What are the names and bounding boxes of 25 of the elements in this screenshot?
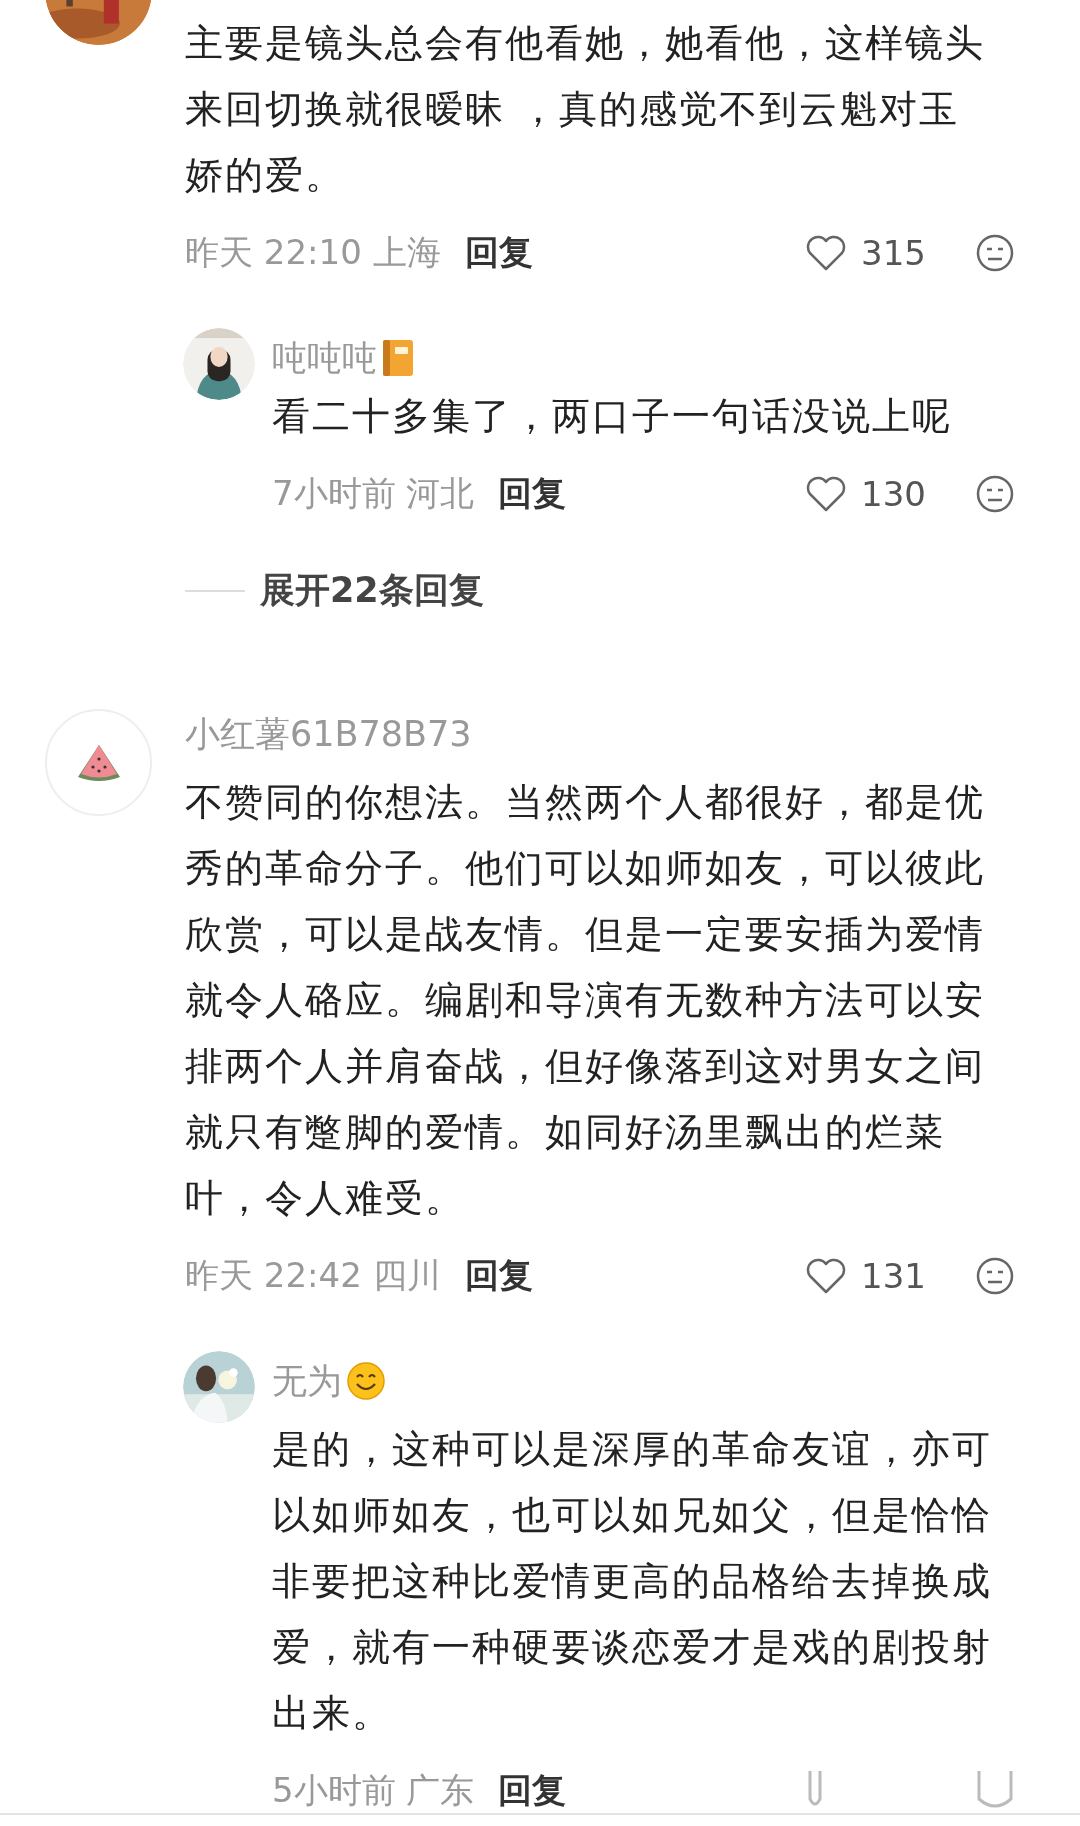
avatar[interactable] [45,709,152,816]
comment-meta: 5小时前 广东 [272,1769,475,1812]
reply-text: 是的，这种可以是深厚的革命友谊，亦可以如师如友，也可以如兄如父，但是恰恰非要把这种比爱情更高的品格给去掉换成爱，就有一种硬要谈恋爱才是戏的剧投射出来。 [272,1426,993,1737]
comment-text: 主要是镜头总会有他看她，她看他，这样镜头来回切换就很暧昧 ，真的感觉不到云魁对玉娇的爱。 [185,20,986,199]
reply-text: 看二十多集了，两口子一句话没说上呢 [272,393,953,440]
comment-meta: 昨天 22:42 四川 [185,1254,441,1297]
smiley-icon [346,1361,386,1401]
reply-button[interactable]: 回复 [464,1253,533,1299]
comment-meta: 7小时前 河北 [272,472,475,515]
like-count: 130 [861,474,926,514]
comment-meta: 昨天 22:10 上海 [185,231,441,274]
reply-button[interactable]: 回复 [498,1768,567,1813]
heart-icon[interactable] [805,1257,847,1295]
reply-button[interactable]: 回复 [498,471,567,517]
emoji-reaction-icon[interactable] [975,474,1015,514]
emoji-reaction-icon[interactable] [975,1256,1015,1296]
reply-button[interactable]: 回复 [464,230,533,276]
heart-icon[interactable] [805,475,847,513]
notebook-icon [381,338,415,378]
expand-replies-link[interactable]: 展开22条回复 [260,567,484,614]
comment-text: 不赞同的你想法。当然两个人都很好，都是优秀的革命分子。他们可以如师如友，可以彼此欣赏，可以是战友情。但是一定要安插为爱情就令人硌应。编剧和导演有无数种方法可以安排两个人并肩奋战，但好像落到这对男女之间就只有蹩脚的爱情。如同好汤里飘出的烂菜叶，令人难受。 [185,779,986,1222]
like-count: 315 [861,233,926,273]
like-count: 131 [861,1256,926,1296]
emoji-reaction-icon[interactable] [975,233,1015,273]
heart-icon[interactable] [805,234,847,272]
